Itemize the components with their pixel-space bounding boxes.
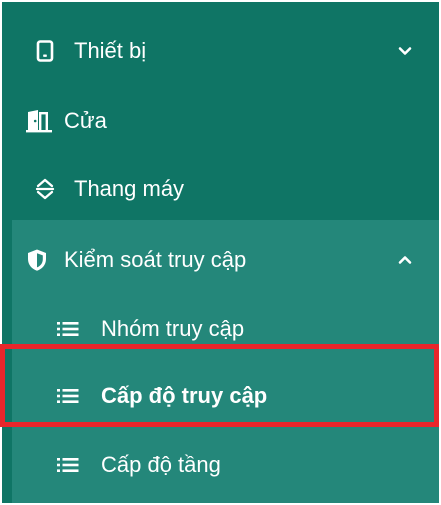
list-icon (55, 383, 81, 409)
sidebar-item-devices-label: Thiết bị (74, 38, 147, 63)
sidebar-item-elevator-label: Thang máy (74, 176, 185, 201)
sidebar-item-doors-label: Cửa (64, 108, 107, 133)
shield-icon (24, 247, 50, 273)
submenu-item-floor-levels[interactable]: Cấp độ tầng (2, 433, 439, 497)
submenu-item-label: Cấp độ tầng (101, 452, 221, 477)
sidebar-item-access-control-label: Kiểm soát truy cập (64, 247, 247, 272)
tablet-icon (32, 38, 58, 64)
submenu-item-access-groups[interactable]: Nhóm truy cập (2, 297, 439, 361)
list-icon (55, 452, 81, 478)
submenu-item-access-levels[interactable]: Cấp độ truy cập (2, 364, 439, 428)
chevron-up-icon[interactable] (397, 252, 413, 268)
door-icon (24, 108, 54, 134)
sidebar-item-elevator[interactable]: Thang máy (2, 157, 439, 221)
sidebar-item-devices[interactable]: Thiết bị (2, 19, 439, 83)
elevator-arrows-icon (32, 176, 58, 202)
sidebar-item-doors[interactable]: Cửa (2, 89, 439, 153)
submenu-item-label: Cấp độ truy cập (101, 383, 268, 408)
submenu-item-label: Nhóm truy cập (101, 316, 245, 341)
chevron-down-icon[interactable] (397, 43, 413, 59)
list-icon (55, 316, 81, 342)
sidebar-item-access-control[interactable]: Kiểm soát truy cập (2, 228, 439, 292)
sidebar-menu: Thiết bị Cửa Thang máy Kiểm soát truy cậ… (2, 2, 439, 503)
